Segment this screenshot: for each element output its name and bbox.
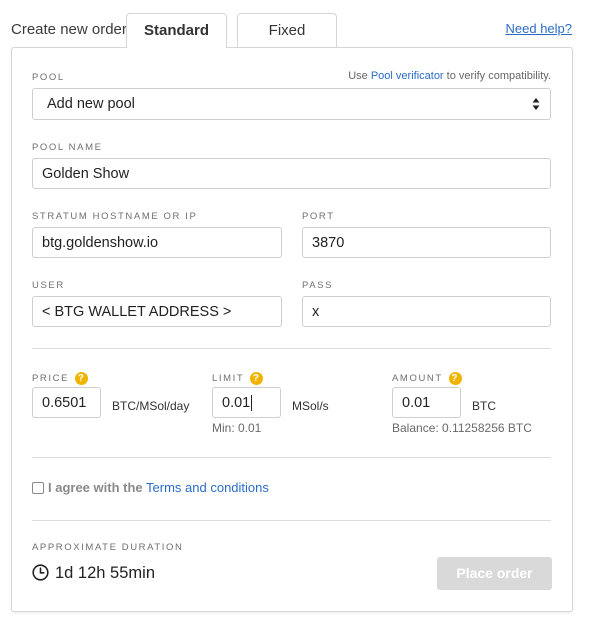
pool-verificator-note: Use Pool verificator to verify compatibi…: [348, 70, 551, 82]
tab-standard[interactable]: Standard: [126, 13, 227, 48]
help-icon[interactable]: ?: [448, 372, 462, 385]
stratum-label: STRATUM HOSTNAME OR IP: [32, 211, 198, 222]
place-order-button[interactable]: Place order: [437, 557, 552, 590]
amount-label: AMOUNT?: [392, 372, 462, 385]
pool-select-value: Add new pool: [47, 96, 135, 112]
price-label-text: PRICE: [32, 373, 70, 385]
user-input[interactable]: < BTG WALLET ADDRESS >: [32, 296, 282, 327]
help-icon[interactable]: ?: [250, 372, 264, 385]
price-input[interactable]: 0.6501: [32, 387, 101, 418]
amount-unit: BTC: [472, 399, 496, 413]
select-arrows-icon: [532, 98, 540, 110]
note-prefix: Use: [348, 70, 371, 82]
agree-text: I agree with the Terms and conditions: [48, 480, 269, 495]
clock-icon: [32, 564, 49, 581]
pool-select[interactable]: Add new pool: [32, 88, 551, 120]
limit-min-text: Min: 0.01: [212, 421, 262, 435]
agree-checkbox[interactable]: [32, 482, 44, 494]
terms-link[interactable]: Terms and conditions: [146, 480, 269, 495]
user-label: USER: [32, 280, 65, 291]
pass-input[interactable]: x: [302, 296, 551, 327]
stratum-hostname-input[interactable]: btg.goldenshow.io: [32, 227, 282, 258]
limit-input[interactable]: 0.01: [212, 387, 281, 418]
page-title: Create new order: [11, 21, 127, 38]
pool-name-input[interactable]: Golden Show: [32, 158, 551, 189]
port-input[interactable]: 3870: [302, 227, 551, 258]
divider: [32, 348, 551, 349]
price-label: PRICE?: [32, 372, 89, 385]
limit-label: LIMIT?: [212, 372, 264, 385]
duration-value: 1d 12h 55min: [55, 564, 155, 582]
pool-name-label: POOL NAME: [32, 142, 103, 153]
price-unit: BTC/MSol/day: [112, 399, 190, 413]
port-label: PORT: [302, 211, 335, 222]
pass-label: PASS: [302, 280, 334, 291]
text-cursor: [251, 394, 253, 411]
need-help-link[interactable]: Need help?: [506, 21, 573, 36]
agree-label: I agree with the: [48, 480, 143, 495]
limit-unit: MSol/s: [292, 399, 329, 413]
divider: [32, 520, 551, 521]
order-form-panel: [11, 47, 573, 612]
limit-label-text: LIMIT: [212, 373, 245, 385]
amount-label-text: AMOUNT: [392, 373, 443, 385]
pool-verificator-link[interactable]: Pool verificator: [371, 70, 444, 82]
limit-value: 0.01: [222, 394, 251, 411]
tab-fixed[interactable]: Fixed: [237, 13, 337, 47]
help-icon[interactable]: ?: [75, 372, 89, 385]
divider: [32, 457, 551, 458]
balance-text: Balance: 0.11258256 BTC: [392, 421, 532, 435]
note-suffix: to verify compatibility.: [443, 70, 551, 82]
duration-label: APPROXIMATE DURATION: [32, 542, 184, 553]
amount-input[interactable]: 0.01: [392, 387, 461, 418]
pool-label: POOL: [32, 72, 65, 83]
